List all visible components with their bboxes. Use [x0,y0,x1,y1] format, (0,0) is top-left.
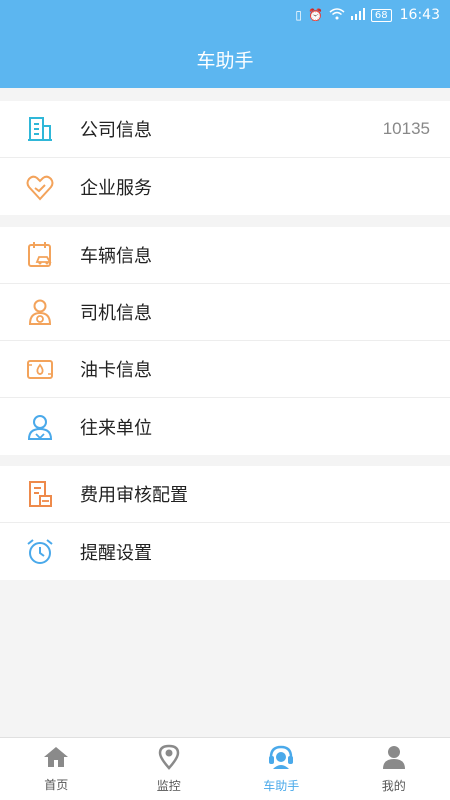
home-icon [42,745,70,773]
menu-item-fuel-card-info[interactable]: 油卡信息 [0,341,450,398]
wifi-icon [329,8,345,22]
menu-label: 油卡信息 [80,360,152,381]
battery-indicator: 68 [370,8,392,22]
tab-label: 车助手 [263,779,300,793]
bottom-tab-bar: 首页 监控 车助手 我的 [0,737,450,800]
menu-item-enterprise-service[interactable]: 企业服务 [0,158,450,215]
contact-person-icon [24,411,56,443]
menu-item-expense-audit-config[interactable]: 费用审核配置 [0,466,450,523]
menu-label: 往来单位 [80,417,152,439]
header: 车助手 [0,30,450,88]
alarm-clock-icon [24,536,56,568]
audit-document-icon [24,478,56,510]
tab-me[interactable]: 我的 [338,738,450,800]
headset-assistant-icon [267,744,295,774]
alarm-status-icon: ⏰ [307,8,323,22]
tab-label: 我的 [381,779,406,793]
status-bar: ▯ ⏰ 68 16:43 [0,0,450,30]
driver-icon [24,296,56,328]
menu-label: 司机信息 [80,303,152,324]
menu-item-business-partners[interactable]: 往来单位 [0,398,450,455]
menu-group-company: 公司信息 10135 企业服务 [0,101,450,215]
menu-label: 车辆信息 [80,246,152,267]
location-pin-icon [158,744,180,774]
menu-label: 企业服务 [80,177,152,199]
status-time: 16:43 [399,7,440,23]
user-icon [381,744,407,774]
car-calendar-icon [24,239,56,271]
menu-label: 公司信息 [80,120,152,141]
tab-label: 首页 [44,778,69,792]
tab-car-assistant[interactable]: 车助手 [225,738,338,800]
tab-home[interactable]: 首页 [0,738,113,800]
menu-item-reminder-settings[interactable]: 提醒设置 [0,523,450,580]
building-icon [24,113,56,145]
menu-item-driver-info[interactable]: 司机信息 [0,284,450,341]
menu-item-company-info[interactable]: 公司信息 10135 [0,101,450,158]
fuel-card-icon [24,353,56,385]
vibrate-icon: ▯ [295,8,302,22]
handshake-heart-icon [24,171,56,203]
menu-label: 提醒设置 [80,542,152,564]
menu-item-vehicle-info[interactable]: 车辆信息 [0,227,450,284]
tab-label: 监控 [156,779,181,793]
tab-monitor[interactable]: 监控 [113,738,226,800]
signal-icon [350,8,365,22]
page-title: 车助手 [196,49,254,72]
menu-group-settings: 费用审核配置 提醒设置 [0,466,450,580]
menu-label: 费用审核配置 [80,485,188,506]
company-id-value: 10135 [382,119,430,138]
menu-group-fleet: 车辆信息 司机信息 油卡信息 往来单位 [0,227,450,455]
